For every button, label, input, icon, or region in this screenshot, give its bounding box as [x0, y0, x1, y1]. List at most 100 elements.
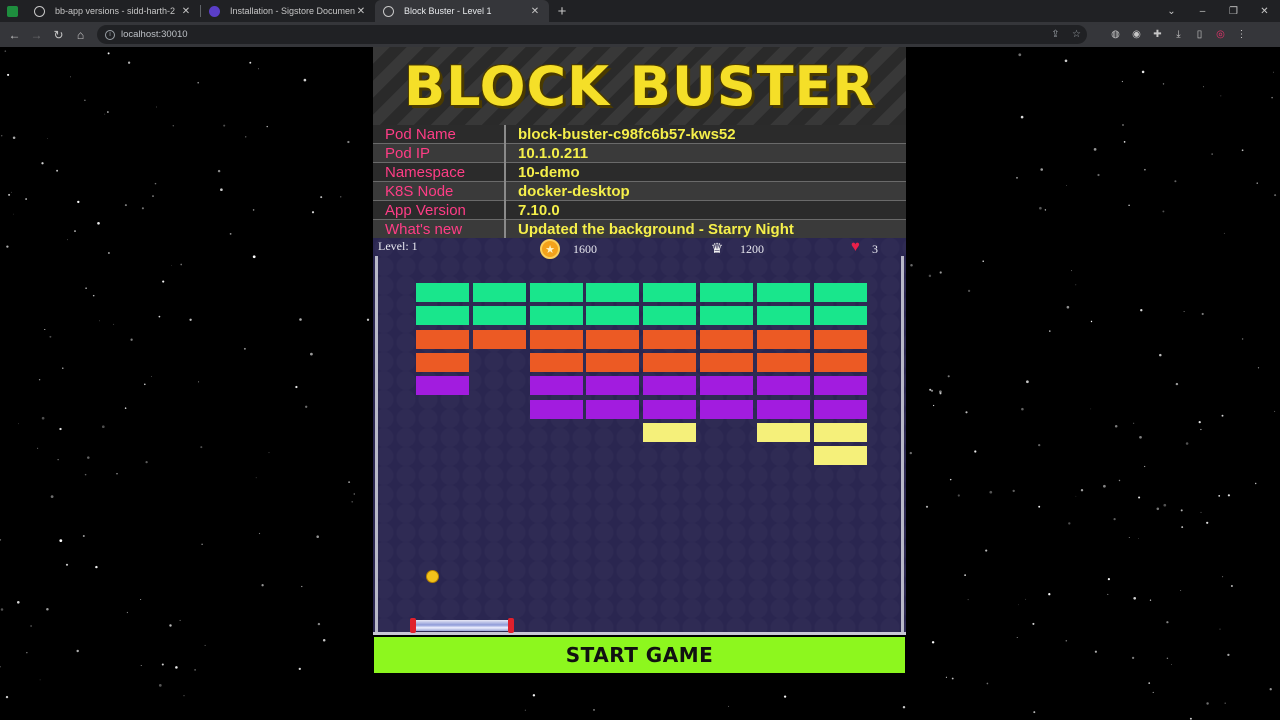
info-row: K8S Node docker-desktop: [373, 181, 906, 201]
star: [154, 182, 157, 185]
restore-button[interactable]: ❐: [1218, 0, 1249, 22]
info-row: Pod Name block-buster-c98fc6b57-kws52: [373, 124, 906, 144]
profile-avatar-icon[interactable]: ◎: [1210, 24, 1231, 45]
star: [1140, 309, 1143, 312]
extensions-area: ◍ ◉ ✚ ⤓ ▯ ◎ ⋮: [1105, 24, 1252, 45]
star: [99, 320, 100, 322]
puzzle-extensions-icon[interactable]: ✚: [1147, 24, 1168, 45]
star: [268, 452, 270, 454]
star: [1038, 443, 1041, 447]
game-container: BLOCK BUSTER Pod Name block-buster-c98fc6…: [373, 47, 906, 673]
star: [1254, 482, 1257, 485]
paddle[interactable]: [410, 618, 514, 633]
star: [1162, 210, 1165, 213]
star: [1033, 711, 1036, 714]
pod-info-table: Pod Name block-buster-c98fc6b57-kws52 Pod …: [373, 124, 906, 239]
star: [0, 539, 2, 541]
close-icon[interactable]: ✕: [355, 6, 367, 17]
star: [1107, 593, 1109, 595]
star: [74, 230, 76, 233]
home-button[interactable]: ⌂: [70, 24, 91, 45]
brick: [700, 352, 753, 372]
star: [11, 191, 12, 193]
brick: [756, 329, 810, 349]
close-icon[interactable]: ✕: [180, 6, 192, 17]
star: [298, 667, 301, 671]
url-text: localhost:30010: [121, 29, 188, 40]
info-row: Pod IP 10.1.0.211: [373, 143, 906, 163]
tab-title: bb-app versions - sidd-harth-2: [55, 6, 176, 16]
tab-bb-app-versions[interactable]: bb-app versions - sidd-harth-2 ✕: [26, 0, 200, 22]
star: [5, 695, 9, 699]
star: [95, 565, 98, 569]
download-icon[interactable]: ⤓: [1168, 24, 1189, 45]
close-icon[interactable]: ✕: [529, 6, 541, 17]
browser-toolbar: ← → ↻ ⌂ i localhost:30010 ⇪ ☆ ◍ ◉ ✚ ⤓ ▯ …: [0, 22, 1280, 47]
star: [162, 280, 165, 283]
ball: [426, 570, 439, 583]
info-key: What's new: [373, 219, 506, 239]
address-bar[interactable]: i localhost:30010 ⇪ ☆: [97, 25, 1087, 44]
star: [1189, 717, 1192, 720]
bookmark-star-icon[interactable]: ☆: [1066, 29, 1087, 40]
brick: [700, 376, 753, 396]
brick: [813, 376, 867, 396]
tab-search-icon[interactable]: ⌄: [1156, 0, 1187, 22]
star: [57, 459, 59, 461]
close-window-button[interactable]: ✕: [1249, 0, 1280, 22]
star: [30, 625, 32, 627]
star: [82, 534, 85, 538]
forward-button[interactable]: →: [26, 24, 47, 45]
star: [266, 125, 268, 128]
star: [1198, 421, 1201, 424]
star: [124, 407, 127, 409]
site-info-icon[interactable]: i: [105, 29, 115, 40]
tab-block-buster[interactable]: Block Buster - Level 1 ✕: [375, 0, 549, 22]
star: [1068, 522, 1071, 525]
star: [1107, 578, 1110, 581]
star: [77, 200, 80, 204]
tab-sigstore[interactable]: Installation - Sigstore Document ✕: [201, 0, 375, 22]
star: [1227, 653, 1230, 657]
tab-sheets-app[interactable]: [0, 0, 26, 22]
star: [18, 423, 19, 425]
brick: [756, 399, 810, 419]
star: [1103, 484, 1106, 488]
back-button[interactable]: ←: [4, 24, 25, 45]
star: [107, 252, 110, 254]
start-game-button[interactable]: START GAME: [374, 637, 905, 673]
star: [257, 68, 259, 70]
star: [0, 666, 1, 668]
new-tab-button[interactable]: +: [549, 0, 575, 22]
star: [201, 543, 203, 545]
brick: [813, 306, 867, 326]
star: [92, 294, 95, 297]
info-row: App Version 7.10.0: [373, 200, 906, 220]
play-area[interactable]: Level: 1 ★ 1600 ♛ 1200 ♥ 3: [373, 238, 906, 635]
share-icon[interactable]: ⇪: [1045, 29, 1066, 40]
info-value: Updated the background - Starry Night: [518, 220, 794, 238]
brick: [813, 422, 867, 442]
window-controls: ⌄ – ❐ ✕: [1156, 0, 1280, 22]
tab-strip: bb-app versions - sidd-harth-2 ✕ Install…: [0, 0, 1280, 22]
star: [1122, 124, 1124, 126]
menu-kebab-icon[interactable]: ⋮: [1231, 24, 1252, 45]
star: [939, 390, 942, 394]
info-key: Pod IP: [373, 143, 506, 163]
minimize-button[interactable]: –: [1187, 0, 1218, 22]
side-panel-icon[interactable]: ▯: [1189, 24, 1210, 45]
info-key: Namespace: [373, 162, 506, 182]
star: [12, 136, 16, 139]
star: [70, 76, 71, 78]
avatar-extension-icon[interactable]: ◉: [1126, 24, 1147, 45]
brick: [529, 399, 583, 419]
star: [1026, 380, 1029, 384]
star: [1183, 310, 1185, 313]
star: [353, 493, 355, 495]
color-extension-icon[interactable]: ◍: [1105, 24, 1126, 45]
star: [200, 446, 203, 449]
star: [930, 389, 934, 392]
reload-button[interactable]: ↻: [48, 24, 69, 45]
info-value: block-buster-c98fc6b57-kws52: [518, 125, 736, 143]
brick: [529, 329, 583, 349]
